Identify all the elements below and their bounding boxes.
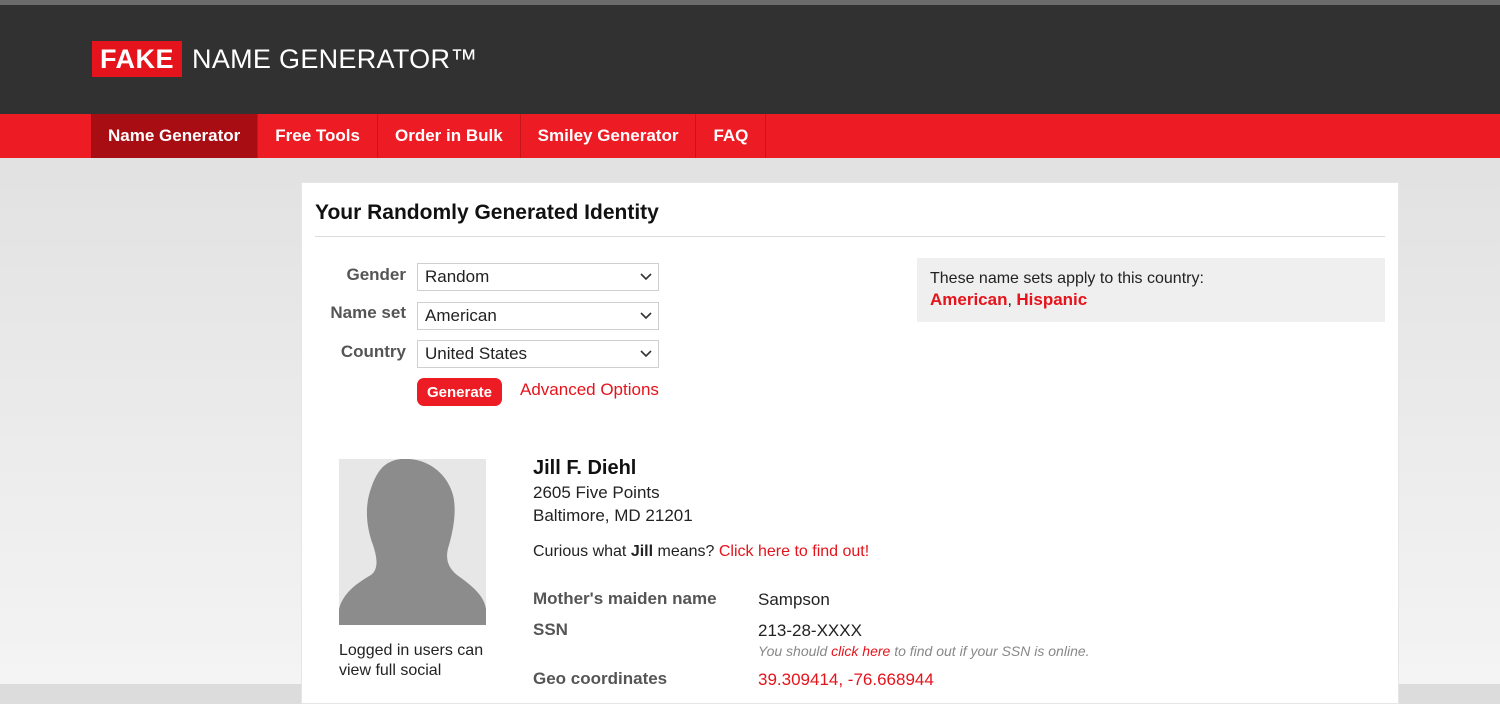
- ssn-note: You should click here to find out if you…: [758, 643, 1090, 659]
- site-header: FAKE NAME GENERATOR™: [0, 5, 1500, 114]
- nav-item-free-tools[interactable]: Free Tools: [258, 114, 378, 158]
- country-select-value: United States: [425, 344, 528, 363]
- nameset-label: Name set: [330, 303, 406, 322]
- main-nav: Name Generator Free Tools Order in Bulk …: [0, 114, 1500, 158]
- maiden-name-label: Mother's maiden name: [533, 589, 717, 608]
- logo-name-generator: NAME GENERATOR™: [192, 44, 478, 74]
- address-line1: 2605 Five Points: [533, 483, 660, 502]
- ssn-check-link[interactable]: click here: [831, 643, 890, 659]
- ssn-label: SSN: [533, 620, 568, 639]
- nav-item-order-in-bulk[interactable]: Order in Bulk: [378, 114, 521, 158]
- geo-value[interactable]: 39.309414, -76.668944: [758, 670, 934, 690]
- site-logo[interactable]: FAKE NAME GENERATOR™: [92, 41, 478, 77]
- person-name: Jill F. Diehl: [533, 457, 637, 479]
- country-label: Country: [340, 342, 406, 361]
- nav-item-smiley-generator[interactable]: Smiley Generator: [521, 114, 697, 158]
- nameset-select[interactable]: American: [417, 302, 659, 330]
- chevron-down-icon: [640, 350, 652, 358]
- title-divider: [315, 236, 1385, 237]
- namesets-info-box: These name sets apply to this country: A…: [917, 258, 1385, 322]
- curious-first-name: Jill: [630, 543, 654, 560]
- chevron-down-icon: [640, 273, 652, 281]
- nav-item-name-generator[interactable]: Name Generator: [91, 114, 259, 158]
- namesets-text: These name sets apply to this country:: [930, 270, 1204, 287]
- gender-label: Gender: [346, 265, 406, 284]
- gender-select-value: Random: [425, 267, 490, 286]
- nav-item-faq[interactable]: FAQ: [696, 114, 767, 158]
- curious-text: Curious what Jill means? Click here to f…: [533, 543, 869, 561]
- nameset-link-american[interactable]: American: [930, 290, 1007, 309]
- address-line2: Baltimore, MD 21201: [533, 506, 693, 525]
- login-note: Logged in users can view full social: [339, 642, 484, 679]
- ssn-note-prefix: You should: [758, 643, 832, 659]
- nameset-link-hispanic[interactable]: Hispanic: [1016, 290, 1087, 309]
- logo-fake-box: FAKE: [92, 41, 183, 77]
- name-meaning-link[interactable]: Click here to find out!: [719, 543, 869, 560]
- curious-prefix: Curious what: [533, 543, 631, 560]
- page-title: Your Randomly Generated Identity: [315, 201, 659, 224]
- generate-button[interactable]: Generate: [417, 378, 502, 406]
- curious-suffix: means?: [653, 543, 719, 560]
- advanced-options-link[interactable]: Advanced Options: [520, 380, 659, 400]
- ssn-note-suffix: to find out if your SSN is online.: [890, 643, 1090, 659]
- identity-card: Your Randomly Generated Identity Gender …: [301, 182, 1399, 704]
- maiden-name-value: Sampson: [758, 590, 830, 609]
- gender-select[interactable]: Random: [417, 263, 659, 291]
- country-select[interactable]: United States: [417, 340, 659, 368]
- ssn-value: 213-28-XXXX: [758, 621, 862, 640]
- chevron-down-icon: [640, 312, 652, 320]
- nameset-select-value: American: [425, 306, 497, 325]
- person-silhouette-icon: [339, 459, 486, 625]
- namesets-links: American, Hispanic: [930, 290, 1372, 310]
- geo-label: Geo coordinates: [533, 669, 668, 688]
